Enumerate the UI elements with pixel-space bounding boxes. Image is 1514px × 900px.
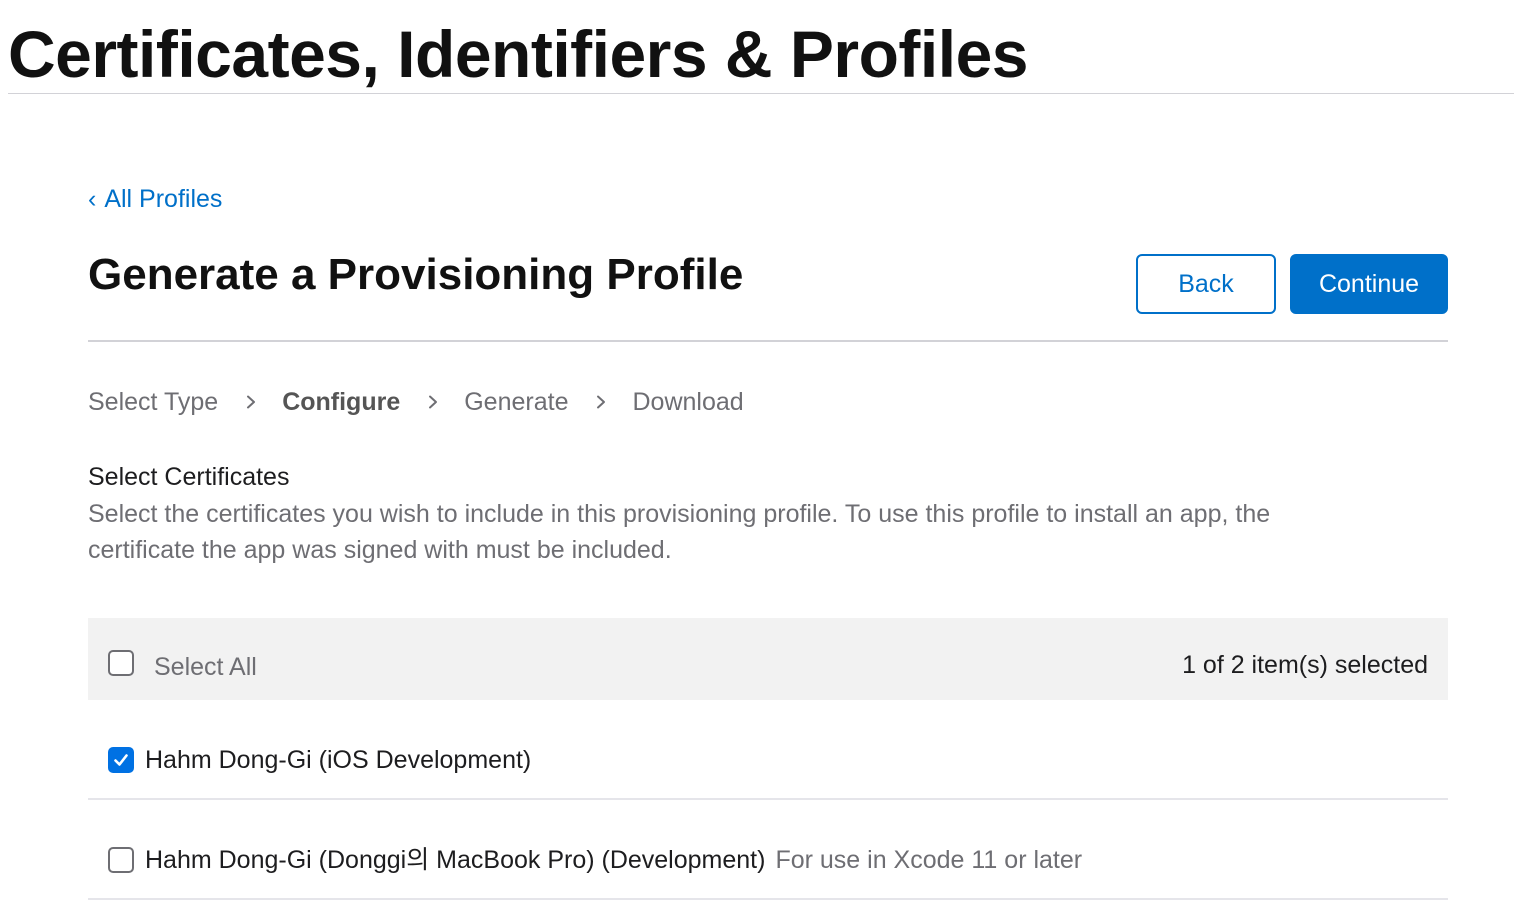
certificate-label[interactable]: Hahm Dong-Gi (Donggi의 MacBook Pro) (Deve… — [145, 843, 1082, 877]
step-breadcrumb: Select Type Configure Generate Download — [88, 384, 744, 420]
chevron-right-icon — [244, 395, 258, 409]
certificate-row: Hahm Dong-Gi (Donggi의 MacBook Pro) (Deve… — [88, 800, 1448, 900]
selected-count: 1 of 2 item(s) selected — [1182, 651, 1428, 679]
back-button[interactable]: Back — [1136, 254, 1276, 314]
certificate-row: Hahm Dong-Gi (iOS Development) — [88, 700, 1448, 800]
certificate-checkbox[interactable] — [108, 847, 134, 873]
certificate-name: Hahm Dong-Gi (iOS Development) — [145, 746, 532, 774]
certificate-checkbox[interactable] — [108, 747, 134, 773]
checkmark-icon — [114, 754, 128, 766]
page-title: Generate a Provisioning Profile — [88, 250, 744, 299]
certificate-label[interactable]: Hahm Dong-Gi (iOS Development) — [145, 743, 531, 777]
continue-button[interactable]: Continue — [1290, 254, 1448, 314]
app-title: Certificates, Identifiers & Profiles — [8, 17, 1029, 91]
certificate-note: For use in Xcode 11 or later — [775, 846, 1083, 874]
step-generate: Generate — [464, 387, 569, 416]
step-download: Download — [632, 387, 744, 416]
chevron-right-icon — [594, 395, 608, 409]
all-profiles-link[interactable]: ‹ All Profiles — [88, 184, 222, 214]
select-all-label[interactable]: Select All — [154, 650, 257, 684]
page-header: Certificates, Identifiers & Profiles — [8, 0, 1514, 94]
step-configure: Configure — [282, 387, 401, 416]
table-header: Select All 1 of 2 item(s) selected — [88, 618, 1448, 700]
select-all-checkbox[interactable] — [108, 650, 134, 676]
step-select-type: Select Type — [88, 387, 219, 416]
section-title: Select Certificates — [88, 463, 290, 491]
chevron-left-icon: ‹ — [88, 185, 97, 213]
all-profiles-label: All Profiles — [104, 185, 223, 213]
certificate-name: Hahm Dong-Gi (Donggi의 MacBook Pro) (Deve… — [145, 846, 766, 874]
chevron-right-icon — [426, 395, 440, 409]
title-divider — [88, 340, 1448, 342]
section-description: Select the certificates you wish to incl… — [88, 500, 1271, 564]
